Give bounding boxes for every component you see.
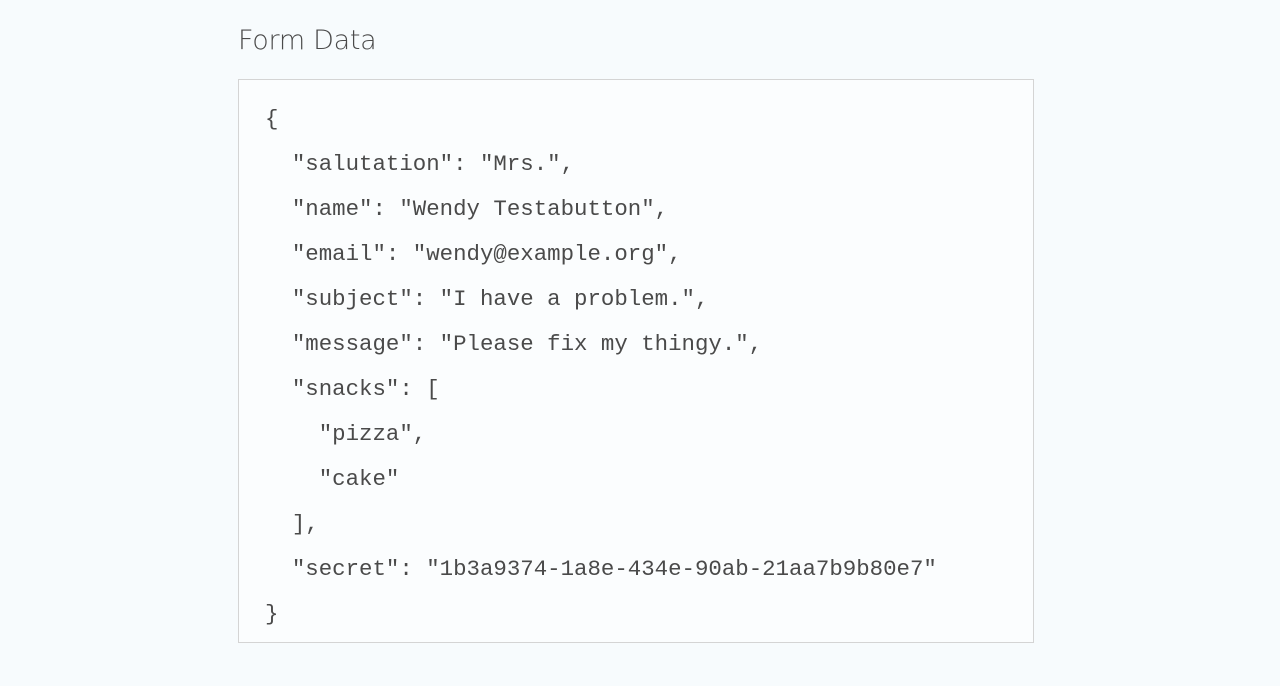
json-open-brace-line: { (265, 106, 279, 132)
form-data-json-panel: { "salutation": "Mrs.", "name": "Wendy T… (238, 79, 1034, 643)
json-snacks-close-line: ], (265, 511, 319, 537)
json-subject-line: "subject": "I have a problem.", (265, 286, 709, 312)
json-code-block: { "salutation": "Mrs.", "name": "Wendy T… (265, 103, 937, 642)
json-message-line: "message": "Please fix my thingy.", (265, 331, 763, 357)
form-data-heading: Form Data (238, 25, 377, 56)
json-name-line: "name": "Wendy Testabutton", (265, 196, 669, 222)
json-close-brace-line: } (265, 601, 279, 627)
json-snack-item-cake: "cake" (265, 466, 400, 492)
json-email-line: "email": "wendy@example.org", (265, 241, 682, 267)
json-snack-item-pizza: "pizza", (265, 421, 427, 447)
json-snacks-open-line: "snacks": [ (265, 376, 440, 402)
json-secret-line: "secret": "1b3a9374-1a8e-434e-90ab-21aa7… (265, 556, 937, 582)
json-salutation-line: "salutation": "Mrs.", (265, 151, 575, 177)
